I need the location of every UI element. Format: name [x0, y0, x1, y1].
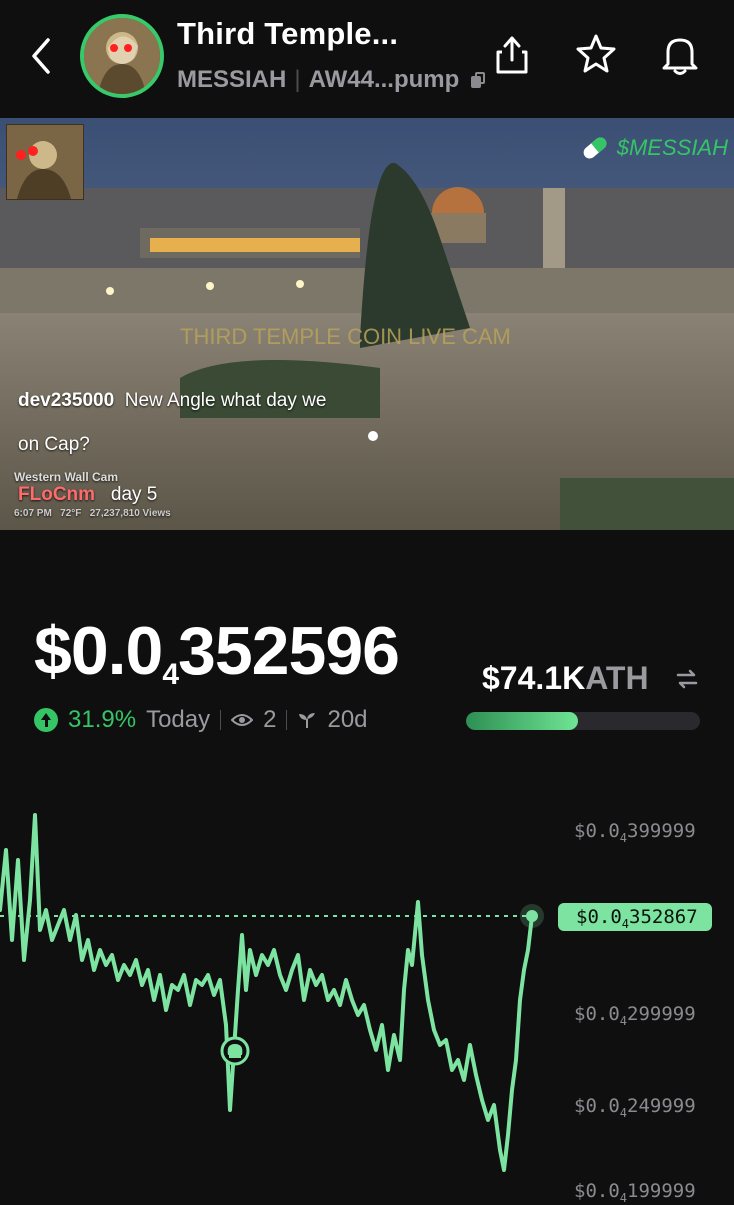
eye-icon	[231, 714, 254, 726]
chat-message-cont: on Cap?	[18, 434, 90, 455]
swap-icon[interactable]	[674, 666, 700, 692]
current-price-label: $0.04352867	[558, 903, 712, 931]
chat-text: day 5	[110, 484, 158, 505]
chef-hat-marker[interactable]	[220, 1036, 250, 1066]
token-title: Third Temple...	[177, 16, 399, 51]
current-point	[526, 910, 538, 922]
cam-name: Western Wall Cam	[14, 470, 119, 484]
divider	[220, 710, 222, 730]
chat-user: dev235000	[18, 390, 115, 411]
back-arrow-icon[interactable]	[24, 34, 60, 78]
price-prefix: $0.0	[34, 613, 163, 689]
watchers-count: 2	[263, 706, 277, 733]
copy-icon[interactable]	[471, 72, 486, 88]
chat-user: FLoCnm	[18, 484, 96, 505]
ath-progress-bar	[466, 712, 700, 730]
up-arrow-icon	[34, 708, 58, 732]
price-digits: 352596	[178, 613, 400, 689]
sprout-icon	[299, 713, 316, 728]
token-address[interactable]: AW44...pump	[309, 66, 460, 94]
cam-temp: 72°F	[60, 508, 82, 519]
subtitle-divider: |	[294, 66, 301, 93]
y-axis-label: $0.04399999	[574, 820, 696, 845]
chat-message: dev235000 New Angle what day we	[18, 390, 326, 412]
price-chart[interactable]	[0, 790, 734, 1200]
stream-ticker-overlay: $MESSIAH	[579, 132, 728, 164]
price-change-period: Today	[146, 706, 211, 733]
token-avatar[interactable]	[80, 14, 164, 98]
token-ticker: MESSIAH	[177, 66, 287, 93]
y-axis-label: $0.04249999	[574, 1095, 696, 1120]
stream-ticker-text: $MESSIAH	[616, 135, 728, 160]
cam-title: THIRD TEMPLE COIN LIVE CAM	[180, 324, 511, 349]
bell-icon[interactable]	[656, 30, 704, 78]
market-cap[interactable]: $74.1KATH	[482, 660, 649, 697]
market-cap-value: $74.1K	[482, 660, 586, 696]
pill-icon	[583, 137, 607, 159]
y-axis-label: $0.04199999	[574, 1180, 696, 1205]
price-zero-count: 4	[162, 658, 179, 691]
token-age: 20d	[327, 706, 368, 733]
price-stats: 31.9% Today 2 20d	[34, 706, 368, 734]
cam-stats: 6:07 PM 72°F 27,237,810 Views	[14, 508, 171, 519]
price-line	[0, 813, 534, 1172]
token-subtitle: MESSIAH | AW44...pump	[177, 66, 486, 94]
price-change: 31.9%	[68, 706, 137, 733]
app-header: Third Temple... MESSIAH | AW44...pump	[0, 0, 734, 118]
y-axis-label: $0.04299999	[574, 1003, 696, 1028]
chat-message: FLoCnm day 5	[18, 484, 157, 506]
chat-text: New Angle what day we	[124, 390, 327, 411]
cam-time: 6:07 PM	[14, 508, 52, 519]
ath-progress-fill	[466, 712, 579, 730]
divider	[286, 710, 288, 730]
cam-views: 27,237,810 Views	[89, 508, 171, 519]
cam-logo	[6, 124, 84, 200]
live-stream-video[interactable]: $MESSIAH THIRD TEMPLE COIN LIVE CAM dev2…	[0, 118, 734, 530]
star-icon[interactable]	[572, 30, 620, 78]
share-icon[interactable]	[488, 30, 536, 78]
token-price: $0.04352596	[34, 612, 400, 692]
market-cap-label: ATH	[585, 660, 649, 696]
